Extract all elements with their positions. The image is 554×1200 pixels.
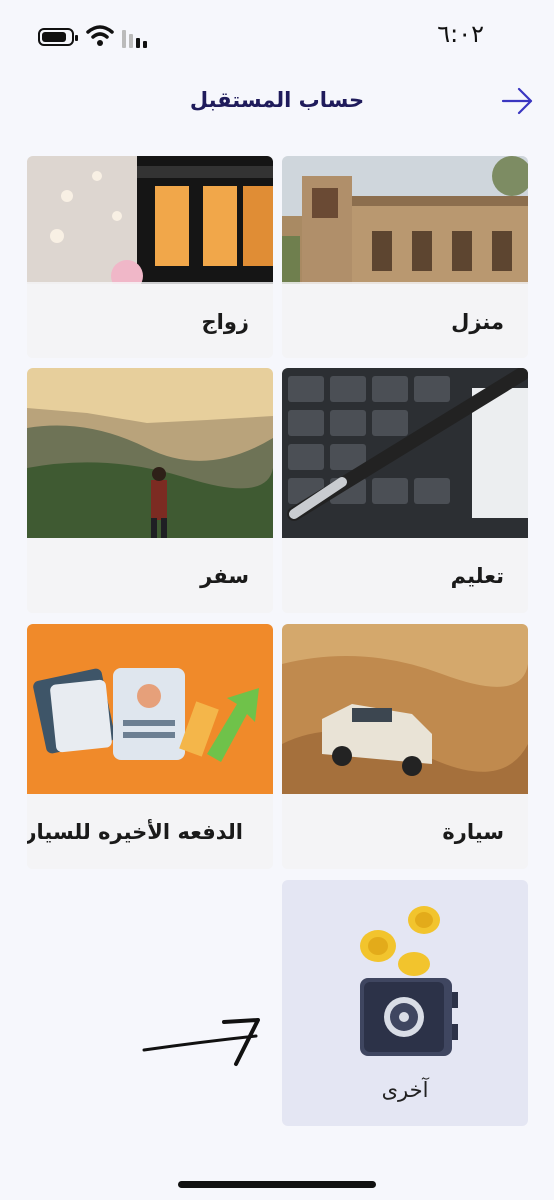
marriage-image — [27, 156, 273, 284]
category-card-travel[interactable]: سفر — [27, 368, 273, 613]
category-card-car[interactable]: سيارة — [282, 624, 528, 869]
handwritten-arrow-annotation — [142, 1018, 260, 1066]
category-label: منزل — [451, 310, 504, 334]
payment-image — [27, 624, 273, 794]
home-image — [282, 156, 528, 284]
battery-icon — [38, 28, 78, 46]
car-image — [282, 624, 528, 794]
travel-image — [27, 368, 273, 538]
arrow-right-icon[interactable] — [500, 84, 534, 118]
status-time: ٦:٠٢ — [437, 20, 484, 48]
category-label: زواج — [201, 310, 249, 334]
category-label: آخرى — [381, 1078, 429, 1102]
category-label: الدفعه الأخيره للسياره — [27, 820, 243, 844]
home-indicator[interactable] — [178, 1181, 376, 1188]
education-image — [282, 368, 528, 538]
header: حساب المستقبل — [0, 70, 554, 132]
category-card-car-final-payment[interactable]: الدفعه الأخيره للسياره — [27, 624, 273, 869]
category-label: سفر — [200, 564, 249, 588]
safe-coins-icon — [360, 906, 458, 1056]
cellular-signal-icon — [122, 30, 152, 48]
category-card-education[interactable]: تعليم — [282, 368, 528, 613]
category-card-marriage[interactable]: زواج — [27, 156, 273, 358]
category-card-other[interactable]: آخرى — [282, 880, 528, 1126]
page-title: حساب المستقبل — [189, 88, 365, 112]
category-label: سيارة — [442, 820, 504, 844]
category-card-home[interactable]: منزل — [282, 156, 528, 358]
status-bar: ٦:٠٢ — [0, 0, 554, 70]
category-label: تعليم — [450, 564, 504, 588]
wifi-icon — [86, 25, 114, 46]
